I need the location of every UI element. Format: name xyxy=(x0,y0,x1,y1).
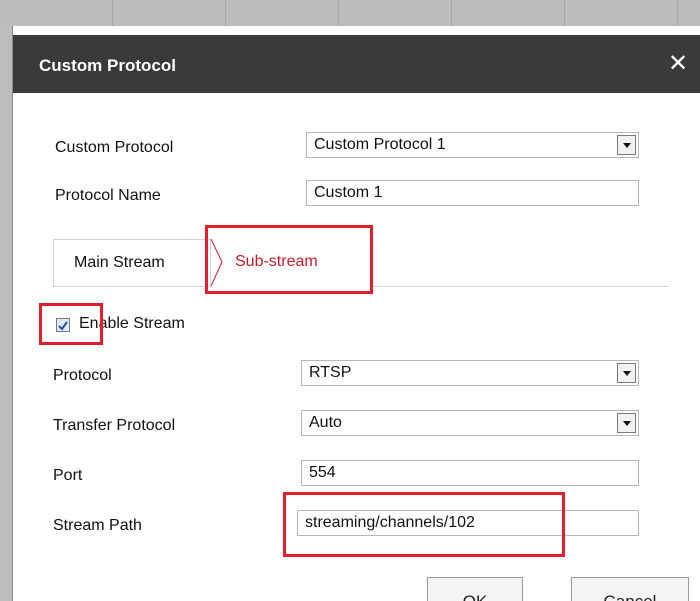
transfer-protocol-select[interactable]: Auto xyxy=(301,410,639,436)
protocol-label: Protocol xyxy=(53,367,112,384)
screen: Custom Protocol ✕ Custom Protocol Custom… xyxy=(0,0,700,601)
custom-protocol-value: Custom Protocol 1 xyxy=(314,136,446,153)
dialog-titlebar: Custom Protocol ✕ xyxy=(13,35,700,93)
transfer-protocol-label: Transfer Protocol xyxy=(53,417,176,434)
port-input[interactable]: 554 xyxy=(301,460,639,486)
custom-protocol-select[interactable]: Custom Protocol 1 xyxy=(306,132,639,158)
tab-main-stream[interactable]: Main Stream xyxy=(53,239,211,286)
cancel-button[interactable]: Cancel xyxy=(571,577,689,601)
stream-tabs: Main Stream Sub-stream xyxy=(53,239,700,287)
dialog-title: Custom Protocol xyxy=(39,56,176,75)
background-window-top xyxy=(0,0,700,26)
stream-path-highlight xyxy=(283,492,565,557)
protocol-value: RTSP xyxy=(309,364,352,381)
custom-protocol-label: Custom Protocol xyxy=(55,139,174,156)
close-icon: ✕ xyxy=(667,50,689,77)
protocol-name-value: Custom 1 xyxy=(314,184,383,201)
port-value: 554 xyxy=(309,464,336,481)
ok-button[interactable]: OK xyxy=(427,577,523,601)
checkbox-highlight xyxy=(39,303,103,345)
chevron-down-icon[interactable] xyxy=(617,413,636,433)
background-window-left xyxy=(0,26,12,601)
chevron-down-icon[interactable] xyxy=(617,135,636,155)
custom-protocol-dialog: Custom Protocol ✕ Custom Protocol Custom… xyxy=(12,26,700,601)
port-label: Port xyxy=(53,467,83,484)
sub-stream-highlight xyxy=(205,225,373,294)
transfer-protocol-value: Auto xyxy=(309,414,342,431)
protocol-select[interactable]: RTSP xyxy=(301,360,639,386)
protocol-name-input[interactable]: Custom 1 xyxy=(306,180,639,206)
close-button[interactable]: ✕ xyxy=(663,49,693,79)
chevron-down-icon[interactable] xyxy=(617,363,636,383)
protocol-name-label: Protocol Name xyxy=(55,187,161,204)
stream-path-label: Stream Path xyxy=(53,517,142,534)
